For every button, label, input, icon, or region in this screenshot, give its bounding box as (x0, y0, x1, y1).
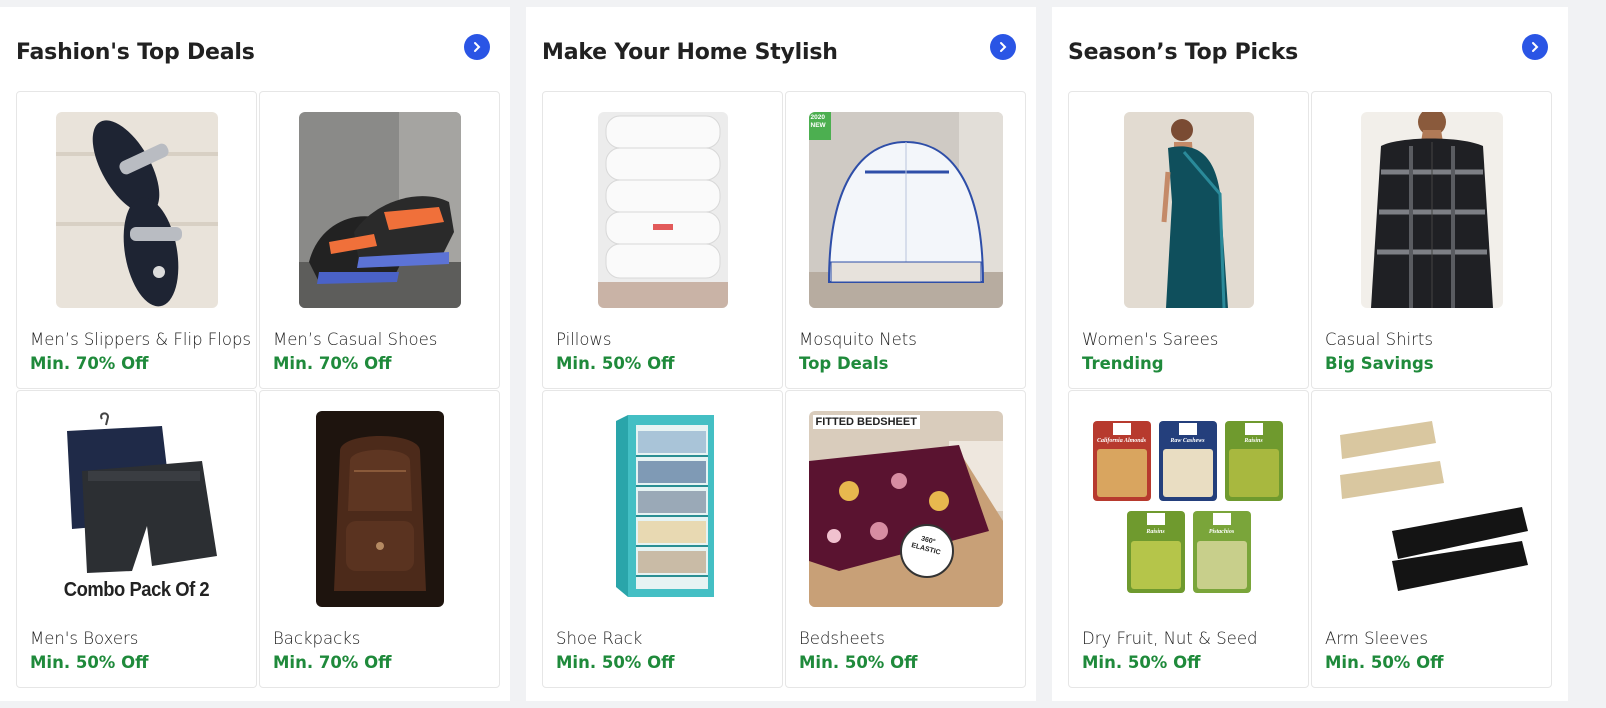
product-name: Men’s Casual Shoes (273, 330, 438, 349)
product-name: Men’s Slippers & Flip Flops (30, 330, 252, 349)
product-offer: Min. 70% Off (30, 354, 149, 373)
product-name: Bedsheets (799, 629, 885, 648)
product-offer: Min. 50% Off (556, 354, 675, 373)
pack-label: Raisins (1146, 529, 1165, 535)
product-offer: Min. 50% Off (30, 653, 149, 672)
product-offer: Min. 50% Off (1325, 653, 1444, 672)
product-name: Mosquito Nets (799, 330, 917, 349)
product-card[interactable]: Shoe Rack Min. 50% Off (542, 390, 783, 688)
product-image-backpack (315, 411, 444, 607)
product-image-mosquito-net: 2020 NEW (808, 112, 1003, 308)
image-caption: Combo Pack Of 2 (63, 579, 210, 601)
product-name: Men's Boxers (30, 629, 139, 648)
product-offer: Min. 50% Off (1082, 653, 1201, 672)
panel-season-top-picks: Season’s Top Picks Women's Sarees Trendi… (1052, 7, 1568, 701)
chevron-right-icon (474, 42, 481, 52)
product-card[interactable]: Backpacks Min. 70% Off (259, 390, 500, 688)
product-offer: Top Deals (799, 354, 889, 373)
product-name: Casual Shirts (1325, 330, 1433, 349)
pack-label: Raisins (1244, 438, 1263, 444)
product-image-dry-fruits: California Almonds Raw Cashews Raisins R… (1088, 411, 1289, 607)
pack-label: California Almonds (1097, 438, 1146, 444)
pack-label: Pistachios (1208, 529, 1235, 535)
product-image-casual-shirt (1360, 112, 1503, 308)
product-offer: Min. 50% Off (799, 653, 918, 672)
product-name: Dry Fruit, Nut & Seed (1082, 629, 1258, 648)
product-name: Women's Sarees (1082, 330, 1219, 349)
product-card[interactable]: Pillows Min. 50% Off (542, 91, 783, 389)
product-image-casual-shoes (298, 112, 461, 308)
panel-home-stylish: Make Your Home Stylish Pillows Min. 50% … (526, 7, 1036, 701)
panel-title: Fashion's Top Deals (16, 40, 255, 65)
product-card[interactable]: Women's Sarees Trending (1068, 91, 1309, 389)
product-card[interactable]: Men’s Casual Shoes Min. 70% Off (259, 91, 500, 389)
product-name: Backpacks (273, 629, 361, 648)
product-card[interactable]: Combo Pack Of 2 Men's Boxers Min. 50% Of… (16, 390, 257, 688)
product-image-shoe-rack (597, 411, 728, 607)
product-card[interactable]: Men’s Slippers & Flip Flops Min. 70% Off (16, 91, 257, 389)
chevron-right-icon (1000, 42, 1007, 52)
image-badge: 2020 NEW (808, 112, 831, 140)
product-card[interactable]: Arm Sleeves Min. 50% Off (1311, 390, 1552, 688)
product-image-pillows (597, 112, 728, 308)
product-card[interactable]: California Almonds Raw Cashews Raisins R… (1068, 390, 1309, 688)
product-name: Shoe Rack (556, 629, 643, 648)
product-offer: Big Savings (1325, 354, 1434, 373)
product-image-saree (1123, 112, 1254, 308)
image-caption: FITTED BEDSHEET (812, 415, 920, 429)
product-offer: Min. 70% Off (273, 354, 392, 373)
product-image-arm-sleeves (1331, 411, 1532, 607)
product-offer: Min. 50% Off (556, 653, 675, 672)
product-name: Arm Sleeves (1325, 629, 1428, 648)
product-image-slippers (55, 112, 218, 308)
panel-next-button[interactable] (990, 34, 1016, 60)
pack-label: Raw Cashews (1170, 438, 1205, 444)
panel-next-button[interactable] (1522, 34, 1548, 60)
panel-title: Make Your Home Stylish (542, 40, 838, 65)
product-offer: Trending (1082, 354, 1164, 373)
panel-title: Season’s Top Picks (1068, 40, 1299, 65)
product-card[interactable]: Casual Shirts Big Savings (1311, 91, 1552, 389)
product-name: Pillows (556, 330, 612, 349)
panel-next-button[interactable] (464, 34, 490, 60)
chevron-right-icon (1532, 42, 1539, 52)
product-card[interactable]: 2020 NEW Mosquito Nets Top Deals (785, 91, 1026, 389)
panel-fashion-top-deals: Fashion's Top Deals Men’s Slippers & Fli… (0, 7, 510, 701)
product-image-boxers (51, 411, 222, 607)
product-offer: Min. 70% Off (273, 653, 392, 672)
product-image-bedsheet: FITTED BEDSHEET 360° ELASTIC (808, 411, 1003, 607)
product-card[interactable]: FITTED BEDSHEET 360° ELASTIC Bedsheets M… (785, 390, 1026, 688)
